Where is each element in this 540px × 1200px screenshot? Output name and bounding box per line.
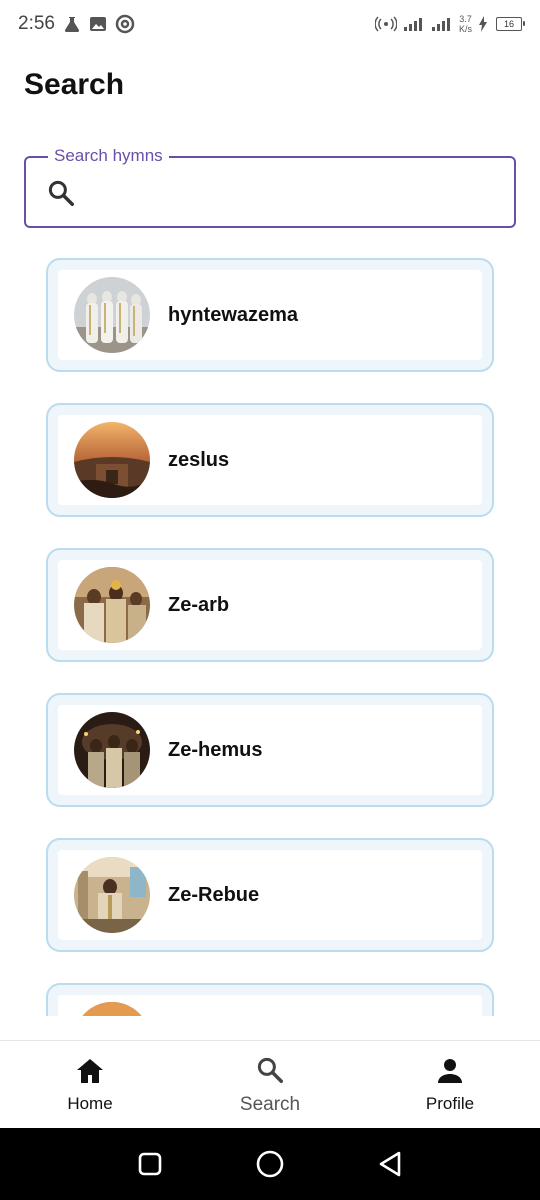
hymn-image-priest-in-church xyxy=(74,857,150,933)
net-speed-unit: K/s xyxy=(458,24,472,34)
battery-level: 16 xyxy=(503,19,514,29)
charging-icon xyxy=(478,16,488,32)
home-button[interactable] xyxy=(246,1140,294,1188)
person-icon xyxy=(435,1057,465,1090)
hymn-image-rock-church-sunset xyxy=(74,422,150,498)
bottom-nav: Home Search Profile xyxy=(0,1040,540,1129)
battery-icon: 16 xyxy=(496,17,525,31)
hotspot-icon xyxy=(374,16,397,32)
system-nav-bar xyxy=(0,1128,540,1200)
page-title: Search xyxy=(24,68,125,101)
hymn-image-white-robed-clergy xyxy=(74,277,150,353)
hymn-card-inner xyxy=(58,995,482,1016)
nav-search[interactable]: Search xyxy=(180,1041,360,1129)
hymn-title: Ze-hemus xyxy=(168,739,263,761)
hymn-card[interactable]: Ze-Rebue xyxy=(46,838,494,952)
status-time: 2:56 xyxy=(18,13,55,34)
hymn-list[interactable]: hyntewazema zeslus Ze-arb Ze-hemus Ze-Re… xyxy=(0,248,540,1016)
search-label: Search hymns xyxy=(48,146,169,166)
status-bar: 2:56 3.7 K/s 16 xyxy=(0,0,540,48)
hymn-card-inner: hyntewazema xyxy=(58,270,482,360)
nav-profile[interactable]: Profile xyxy=(360,1041,540,1129)
search-field[interactable]: Search hymns xyxy=(24,146,516,228)
hymn-title: hyntewazema xyxy=(168,304,299,326)
hymn-image-procession-crowd xyxy=(74,567,150,643)
hymn-title: zeslus xyxy=(168,449,230,471)
hymn-card[interactable] xyxy=(46,983,494,1016)
hymn-image-rock-church-sunset xyxy=(74,1002,150,1016)
at-sign-icon xyxy=(115,14,135,34)
back-button[interactable] xyxy=(366,1140,414,1188)
signal-secondary-icon xyxy=(431,16,453,32)
hymn-title: Ze-arb xyxy=(168,594,230,616)
net-speed: 3.7 K/s xyxy=(459,14,472,34)
search-icon xyxy=(255,1055,285,1090)
image-icon xyxy=(89,15,107,33)
nav-home-label: Home xyxy=(67,1093,113,1113)
signal-icon xyxy=(403,16,425,32)
hymn-title: Ze-Rebue xyxy=(168,884,260,906)
hymn-card-inner: Ze-hemus xyxy=(58,705,482,795)
hymn-image-candlelit-gathering xyxy=(74,712,150,788)
net-speed-value: 3.7 xyxy=(459,14,472,24)
search-icon xyxy=(46,178,76,213)
search-input[interactable] xyxy=(90,172,494,214)
nav-home[interactable]: Home xyxy=(0,1041,180,1129)
hymn-card[interactable]: zeslus xyxy=(46,403,494,517)
hymn-card-inner: Ze-arb xyxy=(58,560,482,650)
hymn-card[interactable]: hyntewazema xyxy=(46,258,494,372)
hymn-card-inner: zeslus xyxy=(58,415,482,505)
home-icon xyxy=(75,1057,105,1090)
hymn-card[interactable]: Ze-hemus xyxy=(46,693,494,807)
nav-search-label: Search xyxy=(239,1093,301,1115)
status-left: 2:56 xyxy=(18,13,135,35)
hymn-card[interactable]: Ze-arb xyxy=(46,548,494,662)
recents-button[interactable] xyxy=(126,1140,174,1188)
status-right: 3.7 K/s 16 xyxy=(374,14,525,34)
hymn-card-inner: Ze-Rebue xyxy=(58,850,482,940)
flask-icon xyxy=(63,15,81,33)
nav-profile-label: Profile xyxy=(425,1093,475,1113)
